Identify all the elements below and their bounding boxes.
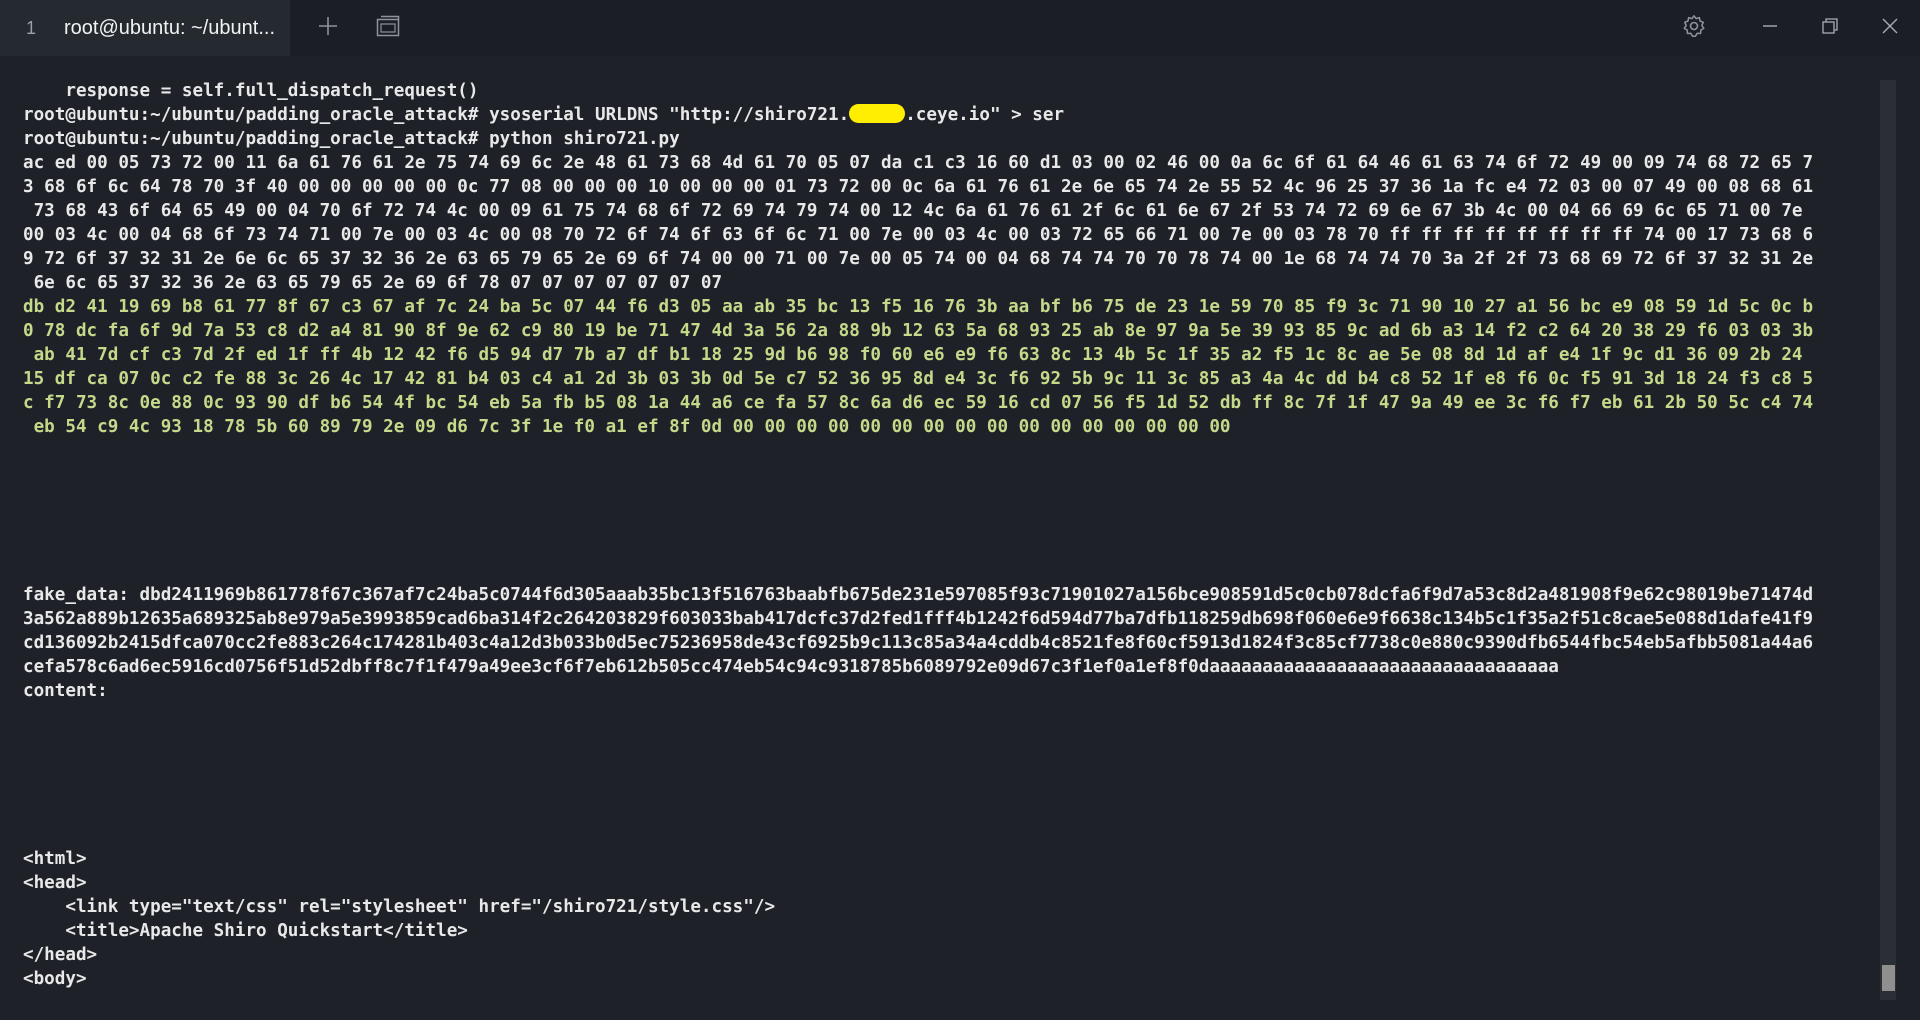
terminal-line-text: <link type="text/css" rel="stylesheet" h… — [23, 897, 776, 917]
minimize-button[interactable] — [1740, 0, 1800, 56]
minimize-icon — [1761, 17, 1779, 39]
tab-terminal[interactable]: 1 root@ubuntu: ~/ubunt... — [0, 0, 290, 56]
terminal-line: 00 03 4c 00 04 68 6f 73 74 71 00 7e 00 0… — [23, 223, 1883, 247]
terminal-line: 73 68 43 6f 64 65 49 00 04 70 6f 72 74 4… — [23, 199, 1883, 223]
terminal-line-text: <title>Apache Shiro Quickstart</title> — [23, 921, 468, 941]
terminal-line-text: cd136092b2415dfca070cc2fe883c264c174281b… — [23, 633, 1814, 653]
settings-button[interactable] — [1664, 0, 1724, 56]
terminal-line-text: <head> — [23, 873, 87, 893]
terminal-line-text: db d2 41 19 69 b8 61 77 8f 67 c3 67 af 7… — [23, 297, 1814, 317]
terminal-line: <head> — [23, 871, 1883, 895]
tab-overview-icon — [376, 15, 400, 41]
terminal-line-text: 3 68 6f 6c 64 78 70 3f 40 00 00 00 00 00… — [23, 177, 1814, 197]
terminal-line-text: content: — [23, 681, 108, 701]
terminal-line: cefa578c6ad6ec5916cd0756f51d52dbff8c7f1f… — [23, 655, 1883, 679]
terminal-line: c f7 73 8c 0e 88 0c 93 90 df b6 54 4f bc… — [23, 391, 1883, 415]
terminal-line: 3a562a889b12635a689325ab8e979a5e3993859c… — [23, 607, 1883, 631]
terminal-line: <title>Apache Shiro Quickstart</title> — [23, 919, 1883, 943]
terminal-line-text: ab 41 7d cf c3 7d 2f ed 1f ff 4b 12 42 f… — [23, 345, 1803, 365]
terminal-line: 6e 6c 65 37 32 36 2e 63 65 79 65 2e 69 6… — [23, 271, 1883, 295]
window-controls — [1740, 0, 1920, 56]
terminal-line: content: — [23, 679, 1883, 703]
terminal-line-text: eb 54 c9 4c 93 18 78 5b 60 89 79 2e 09 d… — [23, 417, 1231, 437]
terminal-line: 9 72 6f 37 32 31 2e 6e 6c 65 37 32 36 2e… — [23, 247, 1883, 271]
terminal-line-text: 9 72 6f 37 32 31 2e 6e 6c 65 37 32 36 2e… — [23, 249, 1814, 269]
new-tab-button[interactable] — [298, 0, 358, 56]
tab-index: 1 — [26, 17, 37, 38]
plus-icon — [317, 15, 339, 41]
terminal-line-text: 3a562a889b12635a689325ab8e979a5e3993859c… — [23, 609, 1814, 629]
terminal-line-text: 0 78 dc fa 6f 9d 7a 53 c8 d2 a4 81 90 8f… — [23, 321, 1814, 341]
terminal-line-text: <body> — [23, 969, 87, 989]
restore-icon — [1821, 17, 1839, 39]
terminal-line: 15 df ca 07 0c c2 fe 88 3c 26 4c 17 42 8… — [23, 367, 1883, 391]
terminal-line: response = self.full_dispatch_request() — [23, 79, 1883, 103]
terminal-line-text: ac ed 00 05 73 72 00 11 6a 61 76 61 2e 7… — [23, 153, 1814, 173]
terminal-line-text: response = self.full_dispatch_request() — [23, 81, 479, 101]
tab-overview-button[interactable] — [358, 0, 418, 56]
terminal-text: response = self.full_dispatch_request()r… — [23, 79, 1883, 991]
terminal-line: <link type="text/css" rel="stylesheet" h… — [23, 895, 1883, 919]
close-icon — [1881, 17, 1899, 39]
terminal-line-text: cefa578c6ad6ec5916cd0756f51d52dbff8c7f1f… — [23, 657, 1559, 677]
terminal-line: 3 68 6f 6c 64 78 70 3f 40 00 00 00 00 00… — [23, 175, 1883, 199]
title-bar: 1 root@ubuntu: ~/ubunt... — [0, 0, 1920, 56]
gear-icon — [1682, 14, 1706, 42]
terminal-line: </head> — [23, 943, 1883, 967]
terminal-line-text: root@ubuntu:~/ubuntu/padding_oracle_atta… — [23, 105, 850, 125]
terminal-line: db d2 41 19 69 b8 61 77 8f 67 c3 67 af 7… — [23, 295, 1883, 319]
terminal-line-text: 00 03 4c 00 04 68 6f 73 74 71 00 7e 00 0… — [23, 225, 1814, 245]
maximize-button[interactable] — [1800, 0, 1860, 56]
terminal-line-text: <html> — [23, 849, 87, 869]
terminal-line-text: 73 68 43 6f 64 65 49 00 04 70 6f 72 74 4… — [23, 201, 1803, 221]
terminal-line: root@ubuntu:~/ubuntu/padding_oracle_atta… — [23, 103, 1883, 127]
terminal-line-text-after: .ceye.io" > ser — [905, 105, 1065, 125]
redaction-mark — [849, 103, 906, 123]
terminal-line-text: root@ubuntu:~/ubuntu/padding_oracle_atta… — [23, 129, 680, 149]
terminal-line: ab 41 7d cf c3 7d 2f ed 1f ff 4b 12 42 f… — [23, 343, 1883, 367]
terminal-line: ac ed 00 05 73 72 00 11 6a 61 76 61 2e 7… — [23, 151, 1883, 175]
tab-title: root@ubuntu: ~/ubunt... — [64, 16, 276, 39]
terminal-line-text: </head> — [23, 945, 98, 965]
terminal-line: <html> — [23, 847, 1883, 871]
terminal-line-text: 15 df ca 07 0c c2 fe 88 3c 26 4c 17 42 8… — [23, 369, 1814, 389]
terminal-line: root@ubuntu:~/ubuntu/padding_oracle_atta… — [23, 127, 1883, 151]
terminal-line: cd136092b2415dfca070cc2fe883c264c174281b… — [23, 631, 1883, 655]
scrollbar-thumb[interactable] — [1882, 965, 1895, 991]
terminal-output[interactable]: response = self.full_dispatch_request()r… — [0, 56, 1880, 1020]
terminal-line: <body> — [23, 967, 1883, 991]
terminal-line: fake_data: dbd2411969b861778f67c367af7c2… — [23, 583, 1883, 607]
terminal-line: eb 54 c9 4c 93 18 78 5b 60 89 79 2e 09 d… — [23, 415, 1883, 439]
terminal-line: 0 78 dc fa 6f 9d 7a 53 c8 d2 a4 81 90 8f… — [23, 319, 1883, 343]
close-button[interactable] — [1860, 0, 1920, 56]
terminal-line-text: c f7 73 8c 0e 88 0c 93 90 df b6 54 4f bc… — [23, 393, 1814, 413]
terminal-line-text: fake_data: dbd2411969b861778f67c367af7c2… — [23, 585, 1814, 605]
vertical-scrollbar[interactable] — [1880, 80, 1896, 1000]
terminal-line-text: 6e 6c 65 37 32 36 2e 63 65 79 65 2e 69 6… — [23, 273, 723, 293]
